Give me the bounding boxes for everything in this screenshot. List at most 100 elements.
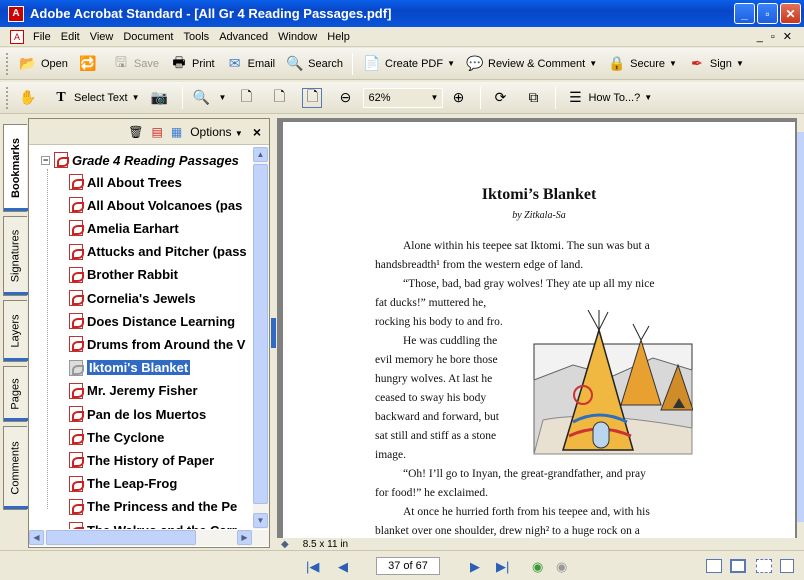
go-back-icon[interactable]: ◉ [532,559,543,575]
bookmark-item[interactable]: Iktomi's Blanket [69,357,191,379]
document-window-controls[interactable]: _▫✕ [757,30,800,43]
close-window-button[interactable]: ✕ [780,3,801,24]
chevron-down-icon[interactable]: ▼ [736,59,744,68]
next-page-icon[interactable]: ▶ [470,559,480,575]
email-button[interactable]: ✉ Email [220,51,281,77]
secure-button[interactable]: 🔒 Secure ▼ [602,51,682,77]
menu-file[interactable]: File [28,31,56,43]
scroll-right-icon[interactable]: ▶ [237,530,252,545]
bookmark-item[interactable]: All About Trees [69,171,182,193]
bookmark-item[interactable]: Amelia Earhart [69,217,179,239]
single-page-view-icon[interactable] [706,559,722,573]
menu-edit[interactable]: Edit [56,31,85,43]
chevron-down-icon[interactable]: ▼ [669,59,677,68]
menu-advanced[interactable]: Advanced [214,31,273,43]
menu-tools[interactable]: Tools [179,31,215,43]
zoom-level-field[interactable]: 62% ▼ [363,87,444,108]
print-button[interactable]: 🖶 Print [164,51,220,77]
tab-pages[interactable]: Pages [3,366,28,422]
hand-tool-button[interactable]: ✋ [13,85,46,111]
bookmark-item[interactable]: Drums from Around the V [69,333,245,355]
bookmark-icon[interactable]: ▤ [152,125,163,139]
bookmark-item[interactable]: All About Volcanoes (pas [69,194,242,216]
last-page-icon[interactable]: ▶| [496,559,509,575]
minimize-button[interactable]: _ [734,3,755,24]
actual-size-button[interactable]: 🗋 [231,85,264,111]
scroll-thumb[interactable] [797,132,804,522]
bookmark-item[interactable]: The Cyclone [69,426,164,448]
chevron-down-icon[interactable]: ▼ [644,93,652,102]
bookmark-root[interactable]: − Grade 4 Reading Passages [41,149,239,171]
document-view[interactable]: Iktomi’s Blanket by Zitkala-Sa Alone wit… [277,118,797,538]
create-pdf-button[interactable]: 📄 Create PDF ▼ [357,51,460,77]
bookmark-item[interactable]: Cornelia's Jewels [69,287,196,309]
snapshot-button[interactable]: 📷 [145,85,178,111]
go-forward-icon[interactable]: ◉ [556,559,567,575]
fit-page-button[interactable]: 🗋 [264,85,297,111]
bookmark-item[interactable]: The Walrus and the Carr [69,519,237,529]
facing-view-icon[interactable] [756,559,772,573]
zoom-in-button[interactable]: ⊕ [443,85,476,111]
first-page-icon[interactable]: |◀ [306,559,319,575]
chevron-down-icon[interactable]: ▼ [447,59,455,68]
bookmark-item[interactable]: The Princess and the Pe [69,496,237,518]
bookmark-item[interactable]: The Leap-Frog [69,473,177,495]
sign-button[interactable]: ✒ Sign ▼ [682,51,749,77]
maximize-button[interactable]: ▫ [757,3,778,24]
zoom-out-button[interactable]: ⊖ [330,85,363,111]
scroll-thumb[interactable] [253,164,268,504]
document-vscrollbar[interactable] [797,118,804,548]
close-panel-button[interactable]: × [253,124,261,140]
continuous-facing-view-icon[interactable] [780,559,794,573]
bookmarks-vscrollbar[interactable]: ▲ ▼ [253,147,269,529]
menu-help[interactable]: Help [322,31,355,43]
fit-width-button[interactable]: 🗋 [297,85,330,111]
select-text-button[interactable]: T Select Text ▼ [46,85,145,111]
new-bookmark-icon[interactable]: ▦ [171,125,182,139]
document-hscrollbar[interactable]: ◆ 8.5 x 11 in [277,538,797,550]
splitter-handle[interactable] [271,318,276,348]
options-menu[interactable]: Options ▼ [190,125,243,139]
trash-icon[interactable]: 🗑 [128,125,143,139]
menu-document[interactable]: Document [118,31,178,43]
toolbar-grip[interactable] [6,86,9,109]
bookmarks-hscrollbar[interactable]: ◀ ▶ [29,530,269,546]
scroll-up-icon[interactable]: ▲ [253,147,268,162]
rotate-view-button[interactable]: ⟳ [485,85,518,111]
page-number-field[interactable]: 37 of 67 [376,557,440,575]
chevron-down-icon[interactable]: ▼ [219,93,227,102]
menu-view[interactable]: View [85,31,119,43]
how-to-button[interactable]: ☰ How To...? ▼ [560,85,657,111]
bookmark-item[interactable]: Mr. Jeremy Fisher [69,380,198,402]
chevron-down-icon[interactable]: ▼ [589,59,597,68]
search-button[interactable]: 🔍 Search [280,51,348,77]
bookmark-item[interactable]: The History of Paper [69,449,214,471]
review-comment-button[interactable]: 💬 Review & Comment ▼ [460,51,602,77]
zoom-tool-button[interactable]: 🔍 ▼ [187,85,232,111]
scroll-thumb[interactable] [46,530,196,545]
save-button[interactable]: 🖫 Save [106,51,164,77]
tab-signatures[interactable]: Signatures [3,216,28,296]
continuous-view-icon[interactable] [730,559,746,573]
menu-window[interactable]: Window [273,31,322,43]
open-button[interactable]: 📂 Open [13,51,73,77]
bookmark-item[interactable]: Pan de los Muertos [69,403,206,425]
previous-page-icon[interactable]: ◀ [338,559,348,575]
panel-splitter[interactable] [270,118,277,548]
collapse-icon[interactable]: − [41,155,50,165]
tab-bookmarks[interactable]: Bookmarks [3,124,28,212]
bookmark-item[interactable]: Attucks and Pitcher (pass [69,241,247,263]
scroll-left-icon[interactable]: ◀ [29,530,44,545]
bookmark-item[interactable]: Does Distance Learning [69,310,235,332]
tab-layers[interactable]: Layers [3,300,28,362]
chevron-down-icon[interactable]: ▼ [431,93,439,102]
scroll-down-icon[interactable]: ▼ [253,513,268,528]
bookmark-label: The Leap-Frog [87,476,178,492]
magnifier-icon: 🔍 [192,89,211,105]
bookmark-item[interactable]: Brother Rabbit [69,264,178,286]
tab-comments[interactable]: Comments [3,426,28,510]
organizer-button[interactable]: 🔁 [73,51,106,77]
toolbar-grip[interactable] [6,52,9,75]
continuous-facing-button[interactable]: ⧉ [518,85,551,111]
chevron-down-icon[interactable]: ▼ [132,93,140,102]
